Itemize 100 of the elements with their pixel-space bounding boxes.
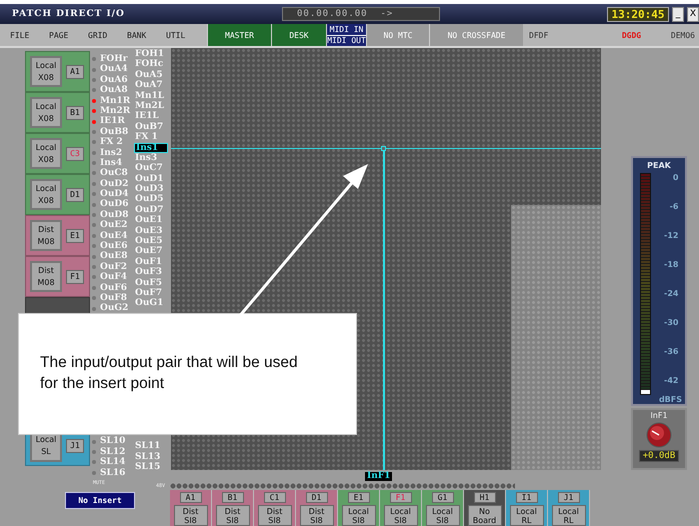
patch-point[interactable]: [381, 146, 386, 151]
slot-label[interactable]: E1: [66, 228, 84, 242]
channel-label[interactable]: OuF4: [99, 272, 132, 283]
board-type-label: Dist: [224, 507, 240, 516]
scale-label: -24: [664, 289, 678, 298]
status-text: DFDF: [529, 30, 548, 40]
channel-label[interactable]: FX 2: [99, 137, 132, 148]
channel-label[interactable]: OuE8: [99, 251, 132, 262]
channel-label[interactable]: Mn2R: [99, 106, 132, 116]
channel-label[interactable]: OuA4: [99, 64, 132, 75]
channel-label[interactable]: Ins2: [99, 148, 132, 158]
channel-label[interactable]: OuD1: [134, 174, 168, 184]
scale-label: -6: [670, 202, 678, 211]
slot-label[interactable]: B1: [66, 106, 84, 120]
menu-item[interactable]: UTIL: [156, 24, 207, 46]
channel-label[interactable]: OuF3: [134, 267, 168, 278]
slot-label[interactable]: B1: [222, 492, 244, 503]
insert-button[interactable]: No Insert: [65, 492, 135, 509]
channel-label[interactable]: OuE6: [99, 241, 132, 252]
slot-label[interactable]: G1: [432, 492, 454, 503]
slot-label[interactable]: E1: [348, 492, 370, 503]
board-model-label: M08: [37, 236, 55, 248]
slot-label[interactable]: H1: [474, 492, 496, 503]
board-type-label: No: [479, 507, 490, 516]
slot-label[interactable]: J1: [558, 492, 580, 503]
channel-label[interactable]: OuD7: [134, 204, 168, 216]
slot-label[interactable]: C1: [264, 492, 286, 503]
slot-label[interactable]: F1: [390, 492, 412, 503]
channel-label[interactable]: FX 1: [134, 132, 168, 143]
channel-label[interactable]: OuF5: [134, 278, 168, 288]
channel-label[interactable]: OuB7: [134, 122, 168, 132]
menu-item[interactable]: PAGE: [39, 24, 78, 46]
channel-label[interactable]: OuG2: [99, 303, 132, 314]
channel-label[interactable]: OuD8: [99, 210, 132, 220]
channel-label[interactable]: OuC8: [99, 168, 132, 179]
slot-label[interactable]: I1: [516, 492, 538, 503]
channel-label[interactable]: Mn1L: [134, 90, 168, 101]
minimize-button[interactable]: _: [672, 6, 684, 22]
timecode-display: 00.00.00.00 ->: [282, 7, 440, 21]
channel-label[interactable]: OuF8: [99, 292, 132, 304]
slot-label[interactable]: C3: [66, 146, 84, 160]
channel-label[interactable]: FOH1: [134, 49, 168, 60]
channel-label[interactable]: OuB8: [99, 126, 132, 138]
channel-label[interactable]: OuE5: [134, 236, 168, 246]
slot-label[interactable]: D1: [306, 492, 328, 503]
channel-label[interactable]: OuE1: [134, 215, 168, 226]
slot-label[interactable]: A1: [180, 492, 202, 503]
channel-label[interactable]: Ins3: [134, 152, 168, 164]
channel-label[interactable]: OuE4: [99, 230, 132, 242]
channel-label[interactable]: FOHc: [134, 59, 168, 70]
channel-label[interactable]: SL14: [99, 457, 132, 468]
slot-label[interactable]: J1: [66, 439, 84, 453]
channel-label[interactable]: SL12: [99, 446, 132, 458]
callout-text: The input/output pair that will be used for the insert point: [40, 353, 299, 394]
channel-label[interactable]: OuD3: [134, 184, 168, 194]
channel-label[interactable]: OuA8: [99, 85, 132, 96]
channel-label[interactable]: OuF7: [134, 288, 168, 298]
board-type-label: Dist: [266, 507, 282, 516]
channel-label[interactable]: OuE2: [99, 220, 132, 231]
menu-item[interactable]: GRID: [78, 24, 117, 46]
channel-label[interactable]: OuD5: [134, 194, 168, 205]
channel-label[interactable]: OuD2: [99, 178, 132, 190]
slot-label[interactable]: D1: [66, 188, 84, 202]
board-type-label: Dist: [182, 507, 198, 516]
channel-label[interactable]: SL11: [134, 441, 168, 452]
menu-item[interactable]: FILE: [0, 24, 39, 46]
channel-label[interactable]: OuC7: [134, 163, 168, 174]
board-type-label: Local: [36, 182, 56, 194]
slot-label[interactable]: F1: [66, 270, 84, 284]
channel-label[interactable]: OuF2: [99, 262, 132, 272]
channel-label[interactable]: FOHr: [99, 54, 132, 64]
channel-label[interactable]: SL16: [99, 468, 132, 478]
channel-label[interactable]: OuA6: [99, 74, 132, 86]
board-type-label: Local: [36, 434, 56, 446]
channel-label[interactable]: Mn2L: [134, 100, 168, 112]
channel-label[interactable]: Ins4: [99, 158, 132, 168]
channel-label[interactable]: OuD4: [99, 189, 132, 200]
status-text: MASTER: [225, 30, 254, 40]
status-text: DGDG: [622, 30, 642, 40]
channel-label[interactable]: OuD6: [99, 199, 132, 210]
channel-label[interactable]: OuG1: [134, 298, 168, 309]
channel-label[interactable]: SL10: [99, 436, 132, 447]
menu-item[interactable]: BANK: [117, 24, 156, 46]
channel-label[interactable]: SL13: [134, 452, 168, 462]
board-model-label: SI8: [394, 516, 407, 525]
channel-label[interactable]: OuA5: [134, 70, 168, 80]
channel-label[interactable]: OuA7: [134, 80, 168, 91]
close-button[interactable]: X: [687, 6, 699, 22]
board-type-label: Dist: [308, 507, 324, 516]
channel-label[interactable]: IE1L: [134, 111, 168, 122]
board-type-label: Local: [36, 60, 56, 72]
channel-label[interactable]: OuF6: [99, 282, 132, 293]
board-model-label: SL: [41, 446, 51, 458]
channel-label[interactable]: IE1R: [99, 116, 132, 127]
channel-label[interactable]: OuE7: [134, 246, 168, 257]
slot-label[interactable]: A1: [66, 64, 84, 78]
channel-label[interactable]: SL15: [134, 462, 168, 473]
channel-label[interactable]: OuF1: [134, 256, 168, 268]
channel-label[interactable]: Mn1R: [99, 96, 132, 106]
channel-label[interactable]: OuE3: [134, 226, 168, 236]
